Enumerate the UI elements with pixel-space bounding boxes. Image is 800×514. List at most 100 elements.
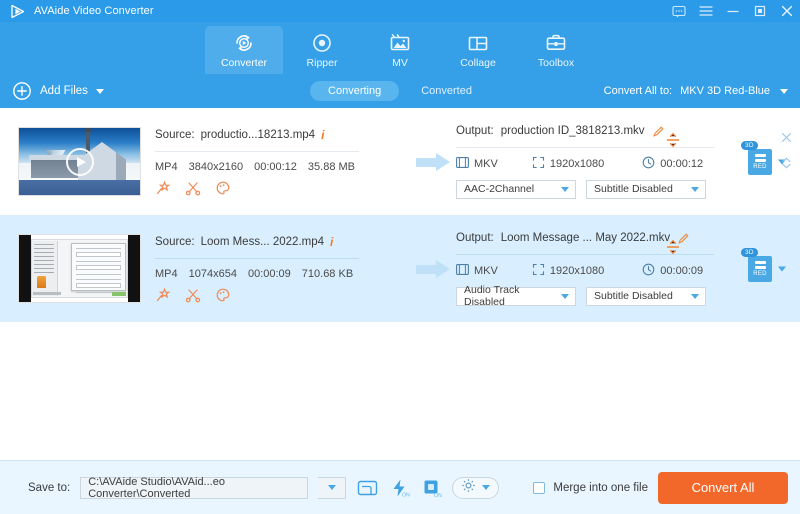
- title-bar: AVAide Video Converter: [0, 0, 800, 22]
- audio-track-select[interactable]: Audio Track Disabled: [456, 284, 576, 308]
- convert-all-to-value: MKV 3D Red-Blue: [680, 85, 770, 97]
- settings-gear-button[interactable]: [452, 476, 500, 499]
- convert-all-to-select[interactable]: MKV 3D Red-Blue: [680, 85, 788, 97]
- source-resolution: 3840x2160: [188, 160, 244, 173]
- resize-handle-icon[interactable]: [666, 239, 680, 260]
- svg-text:ON: ON: [402, 492, 410, 498]
- convert-all-button[interactable]: Convert All: [658, 471, 788, 504]
- save-to-path-input[interactable]: C:\AVAide Studio\AVAid...eo Converter\Co…: [80, 476, 309, 500]
- app-window: AVAide Video Converter Converter Ripper …: [0, 0, 800, 514]
- merge-into-one-file[interactable]: Merge into one file: [533, 481, 648, 494]
- subtitle-select[interactable]: Subtitle Disabled: [586, 286, 706, 306]
- source-size: 710.68 KB: [301, 267, 354, 280]
- chevron-down-icon: [561, 186, 569, 192]
- effects-palette-icon[interactable]: [215, 287, 231, 303]
- add-files-button[interactable]: Add Files: [12, 81, 104, 101]
- mv-icon: [388, 32, 412, 54]
- source-resolution: 1074x654: [188, 267, 237, 280]
- source-info: Source: productio...18213.mp4 i MP4 3840…: [155, 128, 410, 196]
- brand: AVAide Video Converter: [10, 3, 154, 20]
- output-resolution: 1920x1080: [549, 264, 605, 277]
- merge-label: Merge into one file: [553, 481, 648, 494]
- tab-toolbox[interactable]: Toolbox: [517, 26, 595, 74]
- subtitle-select[interactable]: Subtitle Disabled: [586, 179, 706, 199]
- merge-checkbox[interactable]: [533, 481, 546, 494]
- 3d-preset-badge[interactable]: 3D RED: [741, 140, 772, 175]
- 3d-preset-badge[interactable]: 3D RED: [741, 247, 772, 282]
- gpu-acceleration-icon[interactable]: ON: [420, 477, 442, 499]
- tab-mv[interactable]: MV: [361, 26, 439, 74]
- ripper-icon: [310, 32, 334, 54]
- chevron-down-icon: [691, 293, 699, 299]
- info-icon[interactable]: i: [321, 128, 324, 142]
- tab-converting[interactable]: Converting: [310, 81, 400, 101]
- video-thumbnail[interactable]: [18, 234, 141, 303]
- divider: [155, 257, 359, 259]
- add-files-label: Add Files: [40, 85, 88, 97]
- tab-toolbox-label: Toolbox: [537, 56, 575, 69]
- toolbox-icon: [544, 32, 568, 54]
- play-icon[interactable]: [65, 147, 94, 176]
- thumbnail-image: [19, 235, 140, 302]
- clock-icon: [642, 263, 655, 279]
- window-controls: [672, 0, 794, 22]
- format-film-icon: [456, 263, 469, 278]
- output-meta: MKV 1920x1080 00:00:09: [456, 263, 726, 279]
- maximize-icon[interactable]: [753, 4, 767, 18]
- source-meta: MP4 3840x2160 00:00:12 35.88 MB: [155, 161, 404, 173]
- source-info: Source: Loom Mess... 2022.mp4 i MP4 1074…: [155, 235, 410, 303]
- subtitle-value: Subtitle Disabled: [594, 183, 673, 195]
- tab-ripper-label: Ripper: [306, 56, 338, 69]
- close-icon[interactable]: [780, 4, 794, 18]
- edit-magic-wand-icon[interactable]: [155, 286, 171, 303]
- source-prefix: Source:: [155, 235, 195, 248]
- add-files-dropdown-icon[interactable]: [95, 88, 104, 94]
- effects-palette-icon[interactable]: [215, 180, 231, 196]
- main-nav: Converter Ripper MV Collage Toolbox: [0, 22, 800, 74]
- info-icon[interactable]: i: [330, 235, 333, 249]
- track-selects: Audio Track Disabled Subtitle Disabled: [456, 284, 726, 308]
- output-duration: 00:00:12: [660, 157, 704, 170]
- expand-row-icon[interactable]: [781, 156, 792, 174]
- tab-collage-label: Collage: [460, 56, 496, 69]
- convert-all-to: Convert All to: MKV 3D Red-Blue: [604, 85, 788, 97]
- video-thumbnail[interactable]: [18, 127, 141, 196]
- table-row[interactable]: Source: Loom Mess... 2022.mp4 i MP4 1074…: [0, 215, 800, 322]
- convert-all-to-label: Convert All to:: [603, 85, 673, 97]
- audio-track-select[interactable]: AAC-2Channel: [456, 179, 576, 199]
- 3d-preset-dropdown-icon[interactable]: [778, 266, 786, 271]
- menu-icon[interactable]: [699, 4, 713, 18]
- format-film-icon: [456, 156, 469, 171]
- minimize-icon[interactable]: [726, 4, 740, 18]
- remove-row-icon[interactable]: [781, 130, 792, 148]
- output-filename: Loom Message ... May 2022.mkv: [500, 232, 671, 244]
- output-prefix: Output:: [456, 125, 494, 137]
- output-meta: MKV 1920x1080 00:00:12: [456, 156, 726, 172]
- tab-collage[interactable]: Collage: [439, 26, 517, 74]
- clock-icon: [642, 156, 655, 172]
- save-to-label: Save to:: [28, 481, 71, 494]
- output-prefix: Output:: [456, 232, 494, 244]
- 3d-tag-label: 3D: [741, 140, 758, 150]
- chevron-down-icon: [327, 485, 336, 490]
- open-folder-icon[interactable]: [356, 477, 378, 499]
- resize-handle-icon[interactable]: [666, 132, 680, 153]
- row-actions: [781, 130, 792, 174]
- source-size: 35.88 MB: [307, 160, 355, 173]
- resolution-expand-icon: [532, 156, 545, 172]
- table-row[interactable]: Source: productio...18213.mp4 i MP4 3840…: [0, 108, 800, 215]
- edit-magic-wand-icon[interactable]: [155, 179, 171, 196]
- save-to-dropdown-button[interactable]: [318, 476, 347, 499]
- tab-converted[interactable]: Converted: [403, 81, 490, 101]
- edit-tools: [155, 286, 404, 303]
- feedback-icon[interactable]: [672, 4, 686, 18]
- file-list: Source: productio...18213.mp4 i MP4 3840…: [0, 108, 800, 460]
- tab-converter-label: Converter: [220, 56, 268, 69]
- convert-arrow: [410, 152, 456, 171]
- tab-ripper[interactable]: Ripper: [283, 26, 361, 74]
- trim-scissors-icon[interactable]: [185, 287, 201, 303]
- hardware-acceleration-icon[interactable]: ON: [388, 477, 410, 499]
- trim-scissors-icon[interactable]: [185, 180, 201, 196]
- edit-pencil-icon[interactable]: [652, 125, 665, 138]
- tab-converter[interactable]: Converter: [205, 26, 283, 74]
